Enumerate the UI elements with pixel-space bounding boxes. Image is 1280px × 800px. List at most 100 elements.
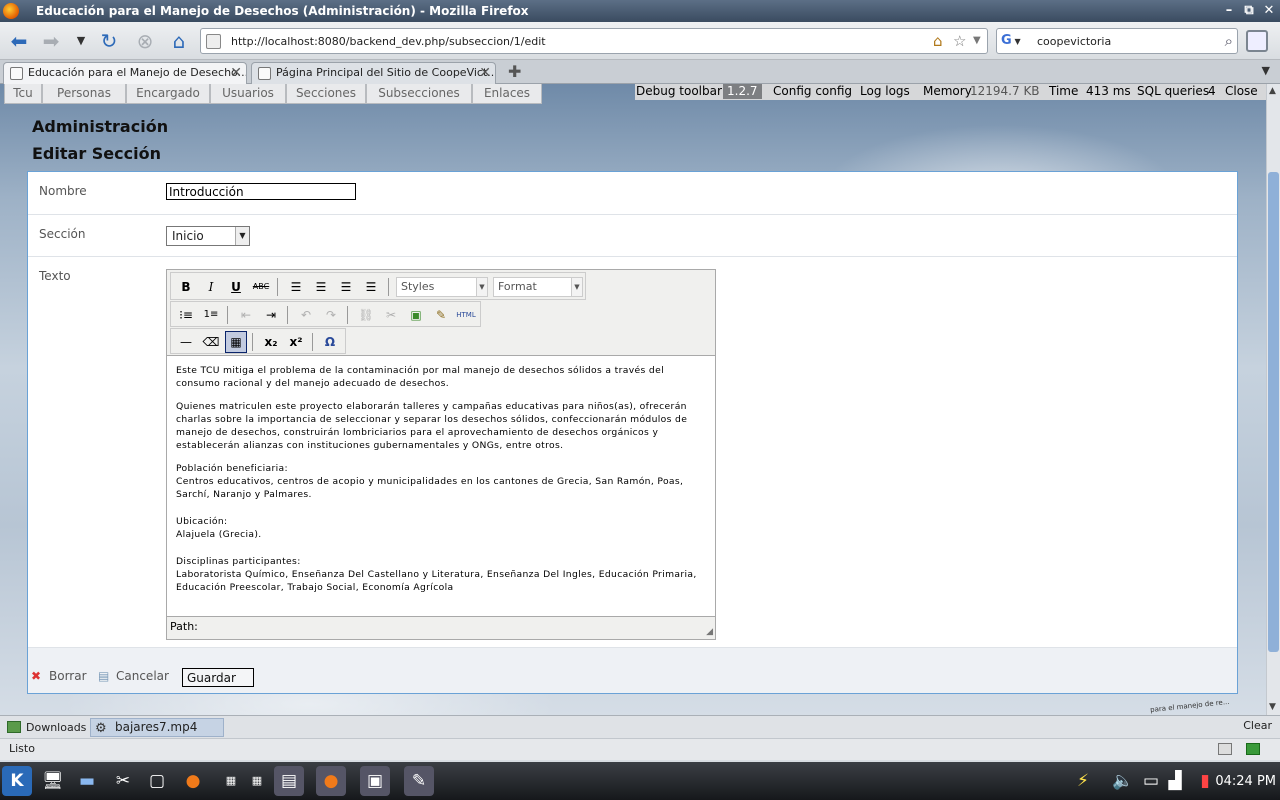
- screenshot-icon[interactable]: [1246, 30, 1268, 52]
- horizontal-rule-icon[interactable]: —: [175, 331, 197, 353]
- scroll-down-icon[interactable]: ▼: [1269, 702, 1276, 712]
- url-dropdown-icon[interactable]: ▼: [973, 35, 981, 46]
- align-right-icon[interactable]: ☰: [335, 276, 357, 298]
- debug-config-link[interactable]: Config config: [773, 84, 852, 99]
- unlink-icon[interactable]: ✂: [380, 304, 402, 326]
- chevron-down-icon[interactable]: ▼: [476, 278, 487, 296]
- redo-icon[interactable]: ↷: [320, 304, 342, 326]
- reload-icon[interactable]: ↻: [96, 28, 122, 54]
- close-tab-icon[interactable]: ✕: [230, 63, 242, 83]
- firefox-icon[interactable]: ●: [178, 766, 208, 796]
- chevron-down-icon[interactable]: ▼: [235, 227, 249, 245]
- status-indicator-icon[interactable]: [1246, 743, 1260, 755]
- url-bar[interactable]: http://localhost:8080/backend_dev.php/su…: [200, 28, 988, 54]
- search-icon[interactable]: ⌕: [1225, 32, 1233, 50]
- downloads-button[interactable]: Downloads: [4, 718, 86, 737]
- home-page-icon[interactable]: ⌂: [933, 32, 943, 50]
- special-character-icon[interactable]: Ω: [319, 331, 341, 353]
- google-engine-icon[interactable]: G ▼: [1001, 33, 1031, 51]
- status-addon-icon[interactable]: [1218, 743, 1232, 755]
- numbered-list-icon[interactable]: 1≡: [200, 304, 222, 326]
- visual-aid-table-icon[interactable]: ▦: [225, 331, 247, 353]
- stop-icon[interactable]: ⊗: [132, 28, 158, 54]
- undo-icon[interactable]: ↶: [295, 304, 317, 326]
- tab-list-icon[interactable]: ▼: [1262, 64, 1270, 77]
- superscript-icon[interactable]: x²: [285, 331, 307, 353]
- debug-sql-label[interactable]: SQL queries: [1137, 84, 1209, 99]
- scroll-up-icon[interactable]: ▲: [1269, 86, 1276, 96]
- home-icon[interactable]: ⌂: [166, 28, 192, 54]
- underline-button[interactable]: U: [225, 276, 247, 298]
- seccion-select[interactable]: Inicio ▼: [166, 226, 250, 246]
- html-source-icon[interactable]: HTML: [455, 304, 477, 326]
- taskbar-package-icon[interactable]: ▣: [360, 766, 390, 796]
- search-bar[interactable]: G ▼ coopevictoria ⌕: [996, 28, 1238, 54]
- tab-pagina-principal[interactable]: Página Principal del Sitio de CoopeVict.…: [251, 62, 496, 84]
- link-icon[interactable]: ⛓: [355, 304, 377, 326]
- network-signal-icon[interactable]: ▟: [1160, 766, 1190, 796]
- firefox-logo-icon[interactable]: [3, 3, 19, 19]
- debug-time-label[interactable]: Time: [1049, 84, 1078, 99]
- resize-grip-icon[interactable]: ◢: [706, 627, 713, 637]
- remove-format-icon[interactable]: ⌫: [200, 331, 222, 353]
- styles-select[interactable]: Styles ▼: [396, 277, 488, 297]
- url-text[interactable]: http://localhost:8080/backend_dev.php/su…: [231, 35, 546, 48]
- desktop-icon[interactable]: ▬: [72, 766, 102, 796]
- debug-close-link[interactable]: Close: [1225, 84, 1258, 99]
- file-manager-icon[interactable]: 🖥: [38, 766, 68, 796]
- admin-tab-personas[interactable]: Personas: [42, 84, 126, 104]
- indent-icon[interactable]: ⇥: [260, 304, 282, 326]
- editor-content-area[interactable]: Este TCU mitiga el problema de la contam…: [167, 355, 715, 617]
- download-item[interactable]: ⚙ bajares7.mp4: [90, 718, 224, 737]
- site-identity-icon[interactable]: [206, 34, 221, 49]
- chevron-down-icon[interactable]: ▼: [571, 278, 582, 296]
- clock[interactable]: 04:24 PM: [1215, 774, 1276, 789]
- forward-icon[interactable]: ➡: [38, 28, 64, 54]
- back-icon[interactable]: ⬅: [6, 28, 32, 54]
- tab-educacion[interactable]: Educación para el Manejo de Desecho... ✕: [3, 62, 247, 84]
- new-tab-icon[interactable]: ✚: [508, 62, 521, 81]
- admin-tab-subsecciones[interactable]: Subsecciones: [366, 84, 472, 104]
- align-justify-icon[interactable]: ☰: [360, 276, 382, 298]
- tools-icon[interactable]: ✂: [108, 766, 138, 796]
- subscript-icon[interactable]: x₂: [260, 331, 282, 353]
- page-scrollbar[interactable]: ▲ ▼: [1266, 84, 1280, 715]
- italic-button[interactable]: I: [200, 276, 222, 298]
- power-icon[interactable]: ⚡: [1068, 766, 1098, 796]
- pager-icon[interactable]: ▦: [242, 766, 272, 796]
- admin-tab-usuarios[interactable]: Usuarios: [210, 84, 286, 104]
- kde-menu-icon[interactable]: K: [2, 766, 32, 796]
- save-button[interactable]: Guardar: [182, 668, 254, 687]
- admin-tab-encargado[interactable]: Encargado: [126, 84, 210, 104]
- format-select[interactable]: Format ▼: [493, 277, 583, 297]
- taskbar-app-icon[interactable]: ▤: [274, 766, 304, 796]
- minimize-icon[interactable]: –: [1220, 2, 1238, 20]
- cleanup-icon[interactable]: ✎: [430, 304, 452, 326]
- strikethrough-button[interactable]: ABC: [250, 276, 272, 298]
- admin-tab-secciones[interactable]: Secciones: [286, 84, 366, 104]
- admin-tab-enlaces[interactable]: Enlaces: [472, 84, 542, 104]
- close-window-icon[interactable]: ✕: [1260, 2, 1278, 20]
- debug-memory-label[interactable]: Memory: [923, 84, 972, 99]
- maximize-icon[interactable]: ⧉: [1240, 2, 1258, 20]
- nombre-input[interactable]: [166, 183, 356, 200]
- image-icon[interactable]: ▣: [405, 304, 427, 326]
- close-tab-icon[interactable]: ✕: [479, 63, 491, 83]
- clear-downloads-button[interactable]: Clear: [1243, 719, 1272, 732]
- delete-link[interactable]: ✖ Borrar: [31, 669, 87, 683]
- align-left-icon[interactable]: ☰: [285, 276, 307, 298]
- cancel-link[interactable]: ▤ Cancelar: [98, 669, 169, 683]
- debug-logs-link[interactable]: Log logs: [860, 84, 910, 99]
- taskbar-firefox-icon[interactable]: ●: [316, 766, 346, 796]
- align-center-icon[interactable]: ☰: [310, 276, 332, 298]
- debug-toolbar-label[interactable]: Debug toolbar: [636, 84, 722, 99]
- history-dropdown-icon[interactable]: ▼: [68, 28, 94, 54]
- system-settings-icon[interactable]: ▢: [142, 766, 172, 796]
- admin-tab-tcu[interactable]: Tcu: [4, 84, 42, 104]
- scrollbar-thumb[interactable]: [1268, 172, 1279, 652]
- bookmark-star-icon[interactable]: ☆: [953, 32, 966, 50]
- bullet-list-icon[interactable]: ⁝≡: [175, 304, 197, 326]
- volume-icon[interactable]: 🔈: [1108, 766, 1138, 796]
- taskbar-editor-icon[interactable]: ✎: [404, 766, 434, 796]
- outdent-icon[interactable]: ⇤: [235, 304, 257, 326]
